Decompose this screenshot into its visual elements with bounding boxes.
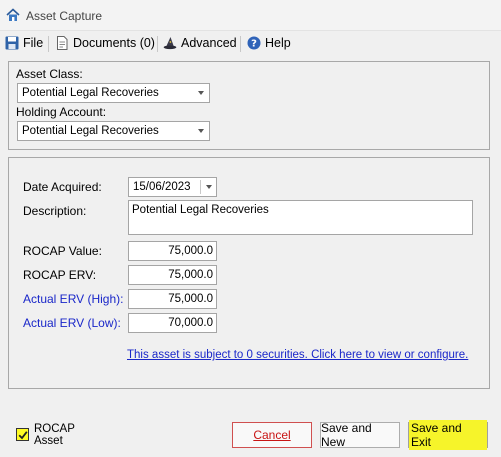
asset-class-value: Potential Legal Recoveries: [22, 87, 159, 99]
date-acquired-label: Date Acquired:: [23, 180, 102, 194]
menu-separator: [240, 36, 241, 52]
rocap-asset-label-line2: Asset: [34, 435, 63, 447]
description-field[interactable]: Potential Legal Recoveries: [128, 200, 473, 235]
description-label: Description:: [23, 204, 87, 218]
help-icon: ?: [247, 36, 261, 50]
menu-file[interactable]: File: [5, 35, 43, 51]
actual-erv-high-field[interactable]: 75,000.0: [128, 289, 217, 309]
rocap-asset-label-line1: ROCAP: [34, 423, 75, 435]
title-bar: Asset Capture: [0, 0, 501, 31]
date-acquired-picker[interactable]: 15/06/2023: [128, 177, 217, 197]
rocap-asset-label: ROCAP Asset: [34, 423, 75, 447]
save-disk-icon: [5, 36, 19, 50]
rocap-value-label: ROCAP Value:: [23, 244, 102, 258]
actual-erv-low-value: 70,000.0: [168, 317, 213, 329]
rocap-erv-field[interactable]: 75,000.0: [128, 265, 217, 285]
rocap-erv-label: ROCAP ERV:: [23, 268, 97, 282]
actual-erv-low-label: Actual ERV (Low):: [23, 316, 121, 330]
description-value: Potential Legal Recoveries: [132, 204, 269, 216]
holding-account-label: Holding Account:: [16, 105, 107, 119]
securities-link[interactable]: This asset is subject to 0 securities. C…: [127, 349, 468, 361]
holding-account-dropdown[interactable]: Potential Legal Recoveries: [17, 121, 210, 141]
menu-help-label: Help: [265, 36, 291, 50]
chevron-down-icon: [198, 91, 204, 95]
date-acquired-value: 15/06/2023: [133, 181, 191, 193]
rocap-value: 75,000.0: [168, 245, 213, 257]
house-icon: [6, 8, 20, 21]
cancel-button[interactable]: Cancel: [232, 422, 312, 448]
rocap-asset-checkbox[interactable]: [16, 428, 29, 441]
cancel-button-label: Cancel: [253, 428, 291, 442]
menu-advanced-label: Advanced: [181, 36, 237, 50]
divider: [200, 180, 201, 194]
save-and-new-label: Save and New: [321, 421, 372, 449]
menu-documents[interactable]: Documents (0): [55, 35, 155, 51]
actual-erv-high-label: Actual ERV (High):: [23, 292, 124, 306]
chevron-down-icon: [198, 129, 204, 133]
save-and-new-button[interactable]: Save and New: [320, 421, 400, 449]
actual-erv-high-value: 75,000.0: [168, 293, 213, 305]
actual-erv-low-field[interactable]: 70,000.0: [128, 313, 217, 333]
menu-documents-label: Documents (0): [73, 36, 155, 50]
menu-separator: [157, 36, 158, 52]
asset-details-group: Date Acquired: 15/06/2023 Description: P…: [8, 157, 490, 389]
menu-separator: [48, 36, 49, 52]
document-icon: [57, 36, 68, 50]
chevron-down-icon[interactable]: [206, 185, 212, 189]
asset-class-dropdown[interactable]: Potential Legal Recoveries: [17, 83, 210, 103]
rocap-value-field[interactable]: 75,000.0: [128, 241, 217, 261]
asset-class-group: Asset Class: Potential Legal Recoveries …: [8, 61, 490, 150]
asset-class-label: Asset Class:: [16, 67, 83, 81]
svg-text:?: ?: [251, 39, 257, 50]
rocap-erv-value: 75,000.0: [168, 269, 213, 281]
save-and-exit-button[interactable]: Save and Exit: [408, 420, 488, 450]
menu-advanced[interactable]: Advanced: [163, 35, 237, 51]
save-and-exit-label: Save and Exit: [409, 420, 487, 450]
holding-account-value: Potential Legal Recoveries: [22, 125, 159, 137]
menu-help[interactable]: ? Help: [247, 35, 291, 51]
window-title: Asset Capture: [26, 9, 103, 23]
menu-bar: File Documents (0) Advanced ? Help: [0, 31, 501, 55]
wizard-hat-icon: [163, 37, 177, 50]
checkmark-icon: [18, 431, 28, 440]
menu-file-label: File: [23, 36, 44, 50]
